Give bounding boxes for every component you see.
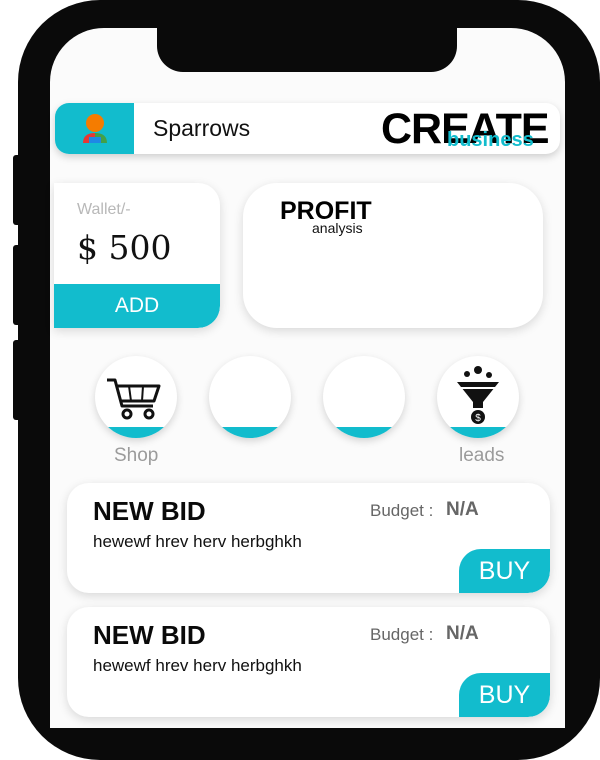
profit-card[interactable]: PROFIT analysis (243, 183, 543, 328)
buy-button[interactable]: BUY (459, 549, 550, 593)
shortcut-button-2[interactable] (209, 356, 291, 438)
svg-text:$: $ (475, 413, 481, 424)
user-name: Sparrows (153, 115, 251, 141)
wallet-label: Wallet/- (77, 201, 131, 218)
leads-label: leads (459, 445, 505, 466)
wallet-card: Wallet/- $ 500 ADD (54, 183, 220, 328)
notch (157, 0, 457, 72)
brand-subtitle: business (447, 129, 534, 151)
funnel-icon: $ (457, 366, 499, 424)
bid-title: NEW BID (93, 496, 206, 526)
avatar[interactable] (55, 103, 134, 154)
budget-value: N/A (446, 499, 479, 520)
accent-bar (437, 427, 519, 438)
bid-description: hewewf hrev herv herbghkh (93, 656, 302, 675)
budget-label: Budget : (370, 501, 434, 520)
side-button (13, 340, 21, 420)
shopping-cart-icon (107, 378, 161, 420)
budget-label: Budget : (370, 625, 434, 644)
bid-card: NEW BID hewewf hrev herv herbghkh Budget… (67, 607, 550, 717)
accent-bar (323, 427, 405, 438)
bid-card: NEW BID hewewf hrev herv herbghkh Budget… (67, 483, 550, 593)
wallet-amount: $ 500 (77, 228, 172, 267)
side-button (13, 245, 21, 325)
user-avatar-icon (83, 114, 107, 143)
app-header: Sparrows CREATE business (55, 103, 560, 154)
shop-label: Shop (114, 445, 159, 466)
shortcut-button-3[interactable] (323, 356, 405, 438)
accent-bar (95, 427, 177, 438)
accent-bar (209, 427, 291, 438)
add-funds-button[interactable]: ADD (54, 284, 220, 328)
leads-shortcut-button[interactable]: $ (437, 356, 519, 438)
shop-shortcut-button[interactable] (95, 356, 177, 438)
budget-value: N/A (446, 623, 479, 644)
bid-title: NEW BID (93, 620, 206, 650)
bid-description: hewewf hrev herv herbghkh (93, 532, 302, 551)
side-button (13, 155, 21, 225)
profit-subtitle: analysis (312, 220, 363, 236)
buy-button[interactable]: BUY (459, 673, 550, 717)
